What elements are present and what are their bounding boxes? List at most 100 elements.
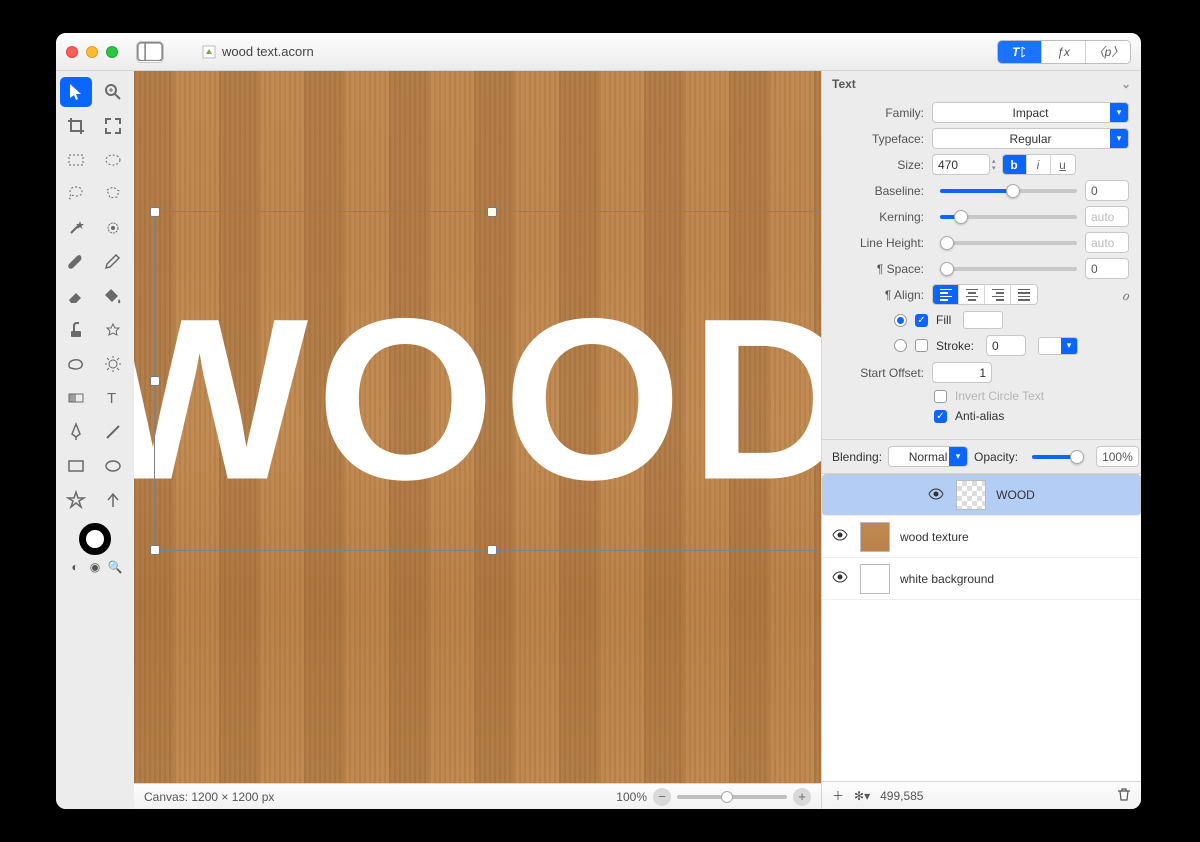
default-colors-icon[interactable]: ◉ (87, 559, 103, 575)
paragraph-space-value[interactable]: 0 (1085, 258, 1129, 279)
chevron-down-icon: ⌄ (1121, 77, 1131, 91)
start-offset-input[interactable]: 1 (932, 362, 992, 383)
zoom-in-button[interactable]: + (793, 788, 811, 806)
inspector-tab-palette[interactable]: 〈p〉 (1086, 41, 1130, 63)
stroke-color-swatch[interactable]: ▾ (1038, 337, 1078, 355)
ellipse-shape-tool[interactable] (97, 451, 129, 481)
close-window-button[interactable] (66, 46, 78, 58)
layer-row[interactable]: wood texture (822, 516, 1141, 558)
baseline-value[interactable]: 0 (1085, 180, 1129, 201)
canvas[interactable]: WOOD (134, 71, 821, 783)
clone-stamp-tool[interactable] (60, 315, 92, 345)
foreground-color-swatch[interactable] (79, 523, 111, 555)
invert-circle-checkbox[interactable] (934, 390, 947, 403)
align-center-button[interactable] (959, 285, 985, 304)
fill-checkbox[interactable]: ✓ (915, 314, 928, 327)
ligature-icon[interactable]: ℴ (1122, 285, 1129, 305)
opacity-slider[interactable] (1032, 455, 1082, 459)
smudge-tool[interactable] (60, 349, 92, 379)
align-left-button[interactable] (933, 285, 959, 304)
underline-toggle[interactable]: u (1051, 155, 1075, 174)
blending-mode-select[interactable]: Normal ▾ (888, 446, 968, 467)
poly-lasso-tool[interactable] (97, 179, 129, 209)
stroke-radio[interactable] (894, 339, 907, 352)
magic-wand-tool[interactable] (60, 213, 92, 243)
size-stepper[interactable]: ▴▾ (992, 158, 996, 172)
expand-tool[interactable] (97, 111, 129, 141)
font-size-input[interactable]: 470 (932, 154, 990, 175)
arrow-shape-tool[interactable] (97, 485, 129, 515)
fill-radio[interactable] (894, 314, 907, 327)
fullscreen-window-button[interactable] (106, 46, 118, 58)
antialias-checkbox[interactable]: ✓ (934, 410, 947, 423)
sidebar-toggle-button[interactable] (136, 41, 164, 63)
layer-visibility-toggle[interactable] (928, 488, 946, 503)
pencil-tool[interactable] (97, 247, 129, 277)
rect-select-tool[interactable] (60, 145, 92, 175)
layers-toolbar: ＋ ✻▾ 499,585 (822, 781, 1141, 809)
inspector-tab-fx[interactable]: ƒx (1042, 41, 1086, 63)
italic-toggle[interactable]: i (1027, 155, 1051, 174)
rect-shape-tool[interactable] (60, 451, 92, 481)
layer-thumbnail (860, 564, 890, 594)
crop-tool[interactable] (60, 111, 92, 141)
layer-name-label: wood texture (900, 530, 969, 544)
layer-visibility-toggle[interactable] (832, 529, 850, 544)
baseline-slider[interactable] (940, 189, 1077, 193)
delete-layer-button[interactable] (1117, 787, 1131, 804)
fill-color-swatch[interactable] (963, 311, 1003, 329)
lineheight-value[interactable]: auto (1085, 232, 1129, 253)
align-justify-button[interactable] (1011, 285, 1037, 304)
dodge-burn-tool[interactable] (97, 349, 129, 379)
resize-handle-tl[interactable] (150, 207, 160, 217)
lineheight-slider[interactable] (940, 241, 1077, 245)
inspector-tab-text[interactable]: T (998, 41, 1042, 63)
layer-visibility-toggle[interactable] (832, 571, 850, 586)
heal-tool[interactable] (97, 315, 129, 345)
quick-select-tool[interactable] (97, 213, 129, 243)
eyedropper-icon[interactable]: 🔍 (107, 559, 123, 575)
ellipse-select-tool[interactable] (97, 145, 129, 175)
align-right-button[interactable] (985, 285, 1011, 304)
paragraph-space-slider[interactable] (940, 267, 1077, 271)
font-family-select[interactable]: Impact ▾ (932, 102, 1129, 123)
star-shape-tool[interactable] (60, 485, 92, 515)
zoom-out-button[interactable]: − (653, 788, 671, 806)
layer-options-button[interactable]: ✻▾ (854, 789, 870, 803)
kerning-value[interactable]: auto (1085, 206, 1129, 227)
text-tool[interactable]: T (97, 383, 129, 413)
lasso-tool[interactable] (60, 179, 92, 209)
zoom-tool[interactable] (97, 77, 129, 107)
line-tool[interactable] (97, 417, 129, 447)
layer-row[interactable]: white background (822, 558, 1141, 600)
opacity-label: Opacity: (974, 450, 1018, 464)
document-title: wood text.acorn (202, 44, 314, 59)
minimize-window-button[interactable] (86, 46, 98, 58)
zoom-slider[interactable] (677, 795, 787, 799)
layer-row[interactable]: WOOD (822, 474, 1141, 516)
resize-handle-ml[interactable] (150, 376, 160, 386)
kerning-slider[interactable] (940, 215, 1077, 219)
swap-colors-icon[interactable]: ◐ (67, 559, 83, 575)
stroke-width-input[interactable]: 0 (986, 335, 1026, 356)
inspector-tabs[interactable]: T ƒx 〈p〉 (997, 40, 1131, 64)
resize-handle-bc[interactable] (487, 545, 497, 555)
stroke-checkbox[interactable] (915, 339, 928, 352)
text-section-header[interactable]: Text ⌄ (822, 71, 1141, 97)
brush-tool[interactable] (60, 247, 92, 277)
resize-handle-bl[interactable] (150, 545, 160, 555)
opacity-value[interactable]: 100% (1096, 446, 1139, 467)
canvas-viewport[interactable]: WOOD (134, 71, 821, 783)
pen-tool[interactable] (60, 417, 92, 447)
typeface-select[interactable]: Regular ▾ (932, 128, 1129, 149)
selection-bounds[interactable] (154, 211, 821, 551)
move-tool[interactable] (60, 77, 92, 107)
resize-handle-tc[interactable] (487, 207, 497, 217)
add-layer-button[interactable]: ＋ (832, 787, 844, 804)
bold-toggle[interactable]: b (1003, 155, 1027, 174)
eraser-tool[interactable] (60, 281, 92, 311)
font-family-value: Impact (1012, 106, 1048, 120)
fill-tool[interactable] (97, 281, 129, 311)
text-align-segment[interactable] (932, 284, 1038, 305)
gradient-tool[interactable] (60, 383, 92, 413)
